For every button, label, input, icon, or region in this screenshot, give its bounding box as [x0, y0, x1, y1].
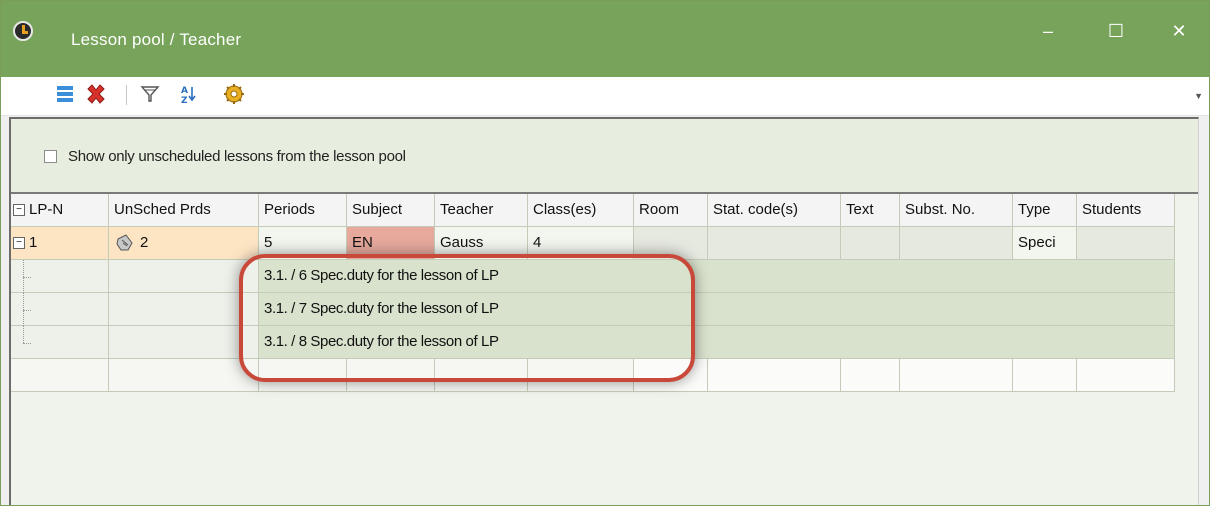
- collapse-all-icon[interactable]: −: [13, 204, 25, 217]
- list-button[interactable]: [53, 81, 77, 107]
- duty-text: 3.1. / 7 Spec.duty for the lesson of LP: [264, 300, 499, 317]
- empty-cell[interactable]: [708, 359, 841, 392]
- close-button[interactable]: ✕: [1164, 19, 1194, 43]
- header-type[interactable]: Type: [1013, 194, 1077, 227]
- svg-text:Z: Z: [181, 96, 188, 105]
- cell-unsched-prds[interactable]: 2: [109, 227, 259, 260]
- settings-button[interactable]: [222, 81, 246, 107]
- collapse-icon[interactable]: −: [13, 237, 25, 250]
- drag-hand-icon[interactable]: [114, 233, 136, 253]
- list-icon: [57, 86, 73, 102]
- header-classes[interactable]: Class(es): [528, 194, 634, 227]
- duty-text: 3.1. / 6 Spec.duty for the lesson of LP: [264, 267, 499, 284]
- sort-icon: A Z: [181, 86, 196, 105]
- tree-connector: [11, 293, 109, 326]
- lesson-pool-window: Lesson pool / Teacher ‒ ☐ ✕ A Z ▼ Show o…: [0, 0, 1210, 506]
- header-lp-nr[interactable]: − LP-N: [11, 194, 109, 227]
- duty-empty-cell: [109, 260, 259, 293]
- unscheduled-only-label[interactable]: Show only unscheduled lessons from the l…: [68, 148, 406, 165]
- options-area: Show only unscheduled lessons from the l…: [11, 119, 1198, 192]
- empty-cell[interactable]: [900, 359, 1013, 392]
- cell-periods[interactable]: 5: [259, 227, 347, 260]
- cell-stat-codes[interactable]: [708, 227, 841, 260]
- duty-empty-cell: [109, 293, 259, 326]
- delete-button[interactable]: [84, 81, 108, 107]
- filter-button[interactable]: [138, 81, 162, 107]
- header-subst-no[interactable]: Subst. No.: [900, 194, 1013, 227]
- window-title: Lesson pool / Teacher: [71, 30, 242, 49]
- cell-lp-nr[interactable]: −1: [11, 227, 109, 260]
- title-bar[interactable]: Lesson pool / Teacher ‒ ☐ ✕: [1, 1, 1209, 77]
- empty-cell[interactable]: [259, 359, 347, 392]
- header-stat-codes[interactable]: Stat. code(s): [708, 194, 841, 227]
- cell-type[interactable]: Speci: [1013, 227, 1077, 260]
- header-unsched-prds[interactable]: UnSched Prds: [109, 194, 259, 227]
- header-room[interactable]: Room: [634, 194, 708, 227]
- tree-connector: [11, 326, 109, 359]
- empty-cell[interactable]: [1013, 359, 1077, 392]
- cell-classes[interactable]: 4: [528, 227, 634, 260]
- empty-cell[interactable]: [435, 359, 528, 392]
- empty-cell[interactable]: [347, 359, 435, 392]
- empty-cell[interactable]: [528, 359, 634, 392]
- tree-connector: [11, 260, 109, 293]
- settings-icon: [224, 84, 244, 104]
- close-icon: ✕: [1171, 21, 1187, 41]
- duty-empty-cell: [109, 326, 259, 359]
- empty-cell[interactable]: [1077, 359, 1175, 392]
- toolbar-separator: [126, 85, 127, 105]
- maximize-button[interactable]: ☐: [1101, 19, 1131, 43]
- empty-cell[interactable]: [634, 359, 708, 392]
- cell-students[interactable]: [1077, 227, 1175, 260]
- lesson-pool-panel: Show only unscheduled lessons from the l…: [9, 117, 1199, 505]
- toolbar-overflow-icon[interactable]: ▼: [1194, 91, 1203, 101]
- header-text[interactable]: Text: [841, 194, 900, 227]
- duty-text: 3.1. / 8 Spec.duty for the lesson of LP: [264, 333, 499, 350]
- cell-subst-no[interactable]: [900, 227, 1013, 260]
- header-students[interactable]: Students: [1077, 194, 1175, 227]
- cell-room[interactable]: [634, 227, 708, 260]
- lesson-grid: − LP-N UnSched Prds Periods Subject Teach…: [11, 192, 1198, 505]
- filter-icon: [140, 86, 160, 102]
- minimize-icon: ‒: [1042, 21, 1053, 41]
- cell-text[interactable]: [841, 227, 900, 260]
- cell-subject[interactable]: EN: [347, 227, 435, 260]
- header-periods[interactable]: Periods: [259, 194, 347, 227]
- maximize-icon: ☐: [1107, 21, 1125, 41]
- clock-icon: [13, 21, 33, 41]
- header-teacher[interactable]: Teacher: [435, 194, 528, 227]
- minimize-button[interactable]: ‒: [1033, 19, 1063, 43]
- toolbar: A Z ▼: [1, 77, 1209, 116]
- unscheduled-only-checkbox[interactable]: [44, 150, 57, 163]
- svg-text:A: A: [181, 86, 188, 96]
- empty-cell[interactable]: [841, 359, 900, 392]
- delete-icon: [87, 84, 105, 104]
- empty-cell[interactable]: [11, 359, 109, 392]
- cell-teacher[interactable]: Gauss: [435, 227, 528, 260]
- empty-cell[interactable]: [109, 359, 259, 392]
- header-subject[interactable]: Subject: [347, 194, 435, 227]
- sort-button[interactable]: A Z: [178, 81, 202, 107]
